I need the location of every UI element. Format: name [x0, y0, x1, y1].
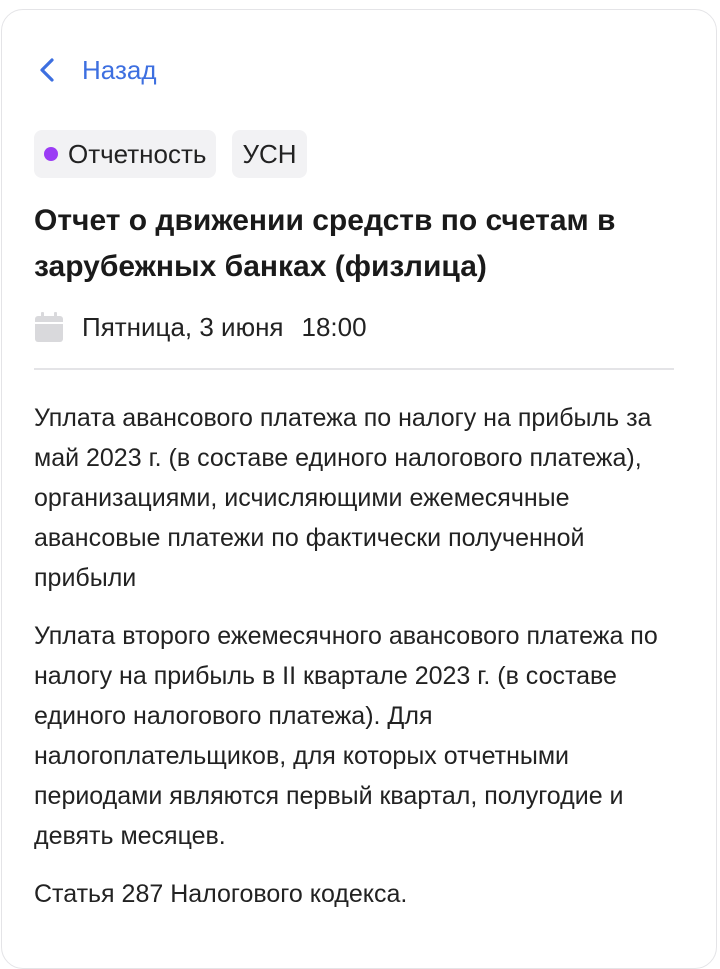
description-paragraph: Статья 287 Налогового кодекса.: [34, 880, 408, 908]
event-description: Уплата авансового платежа по налогу на п…: [34, 398, 674, 932]
description-paragraph: Уплата второго ежемесячного авансового п…: [34, 622, 658, 850]
calendar-icon: [34, 311, 64, 343]
description-paragraph: Уплата авансового платежа по налогу на п…: [34, 404, 652, 592]
event-card: Назад Отчетность УСН Отчет о движении ср…: [1, 9, 717, 969]
tag-color-dot: [44, 147, 58, 161]
event-time: 18:00: [301, 311, 367, 342]
event-datetime: Пятница, 3 июня 18:00: [34, 310, 367, 344]
divider: [34, 368, 674, 370]
tag-label: УСН: [242, 138, 297, 169]
tag-list: Отчетность УСН: [34, 130, 307, 178]
chevron-left-icon: [38, 54, 60, 86]
tag-reporting: Отчетность: [34, 130, 217, 178]
tag-usn: УСН: [232, 130, 307, 178]
event-title: Отчет о движении средств по счетам в зар…: [34, 204, 616, 283]
back-label: Назад: [82, 55, 157, 85]
back-button[interactable]: Назад: [38, 54, 157, 86]
event-date: Пятница, 3 июня: [82, 311, 284, 342]
tag-label: Отчетность: [68, 138, 207, 169]
